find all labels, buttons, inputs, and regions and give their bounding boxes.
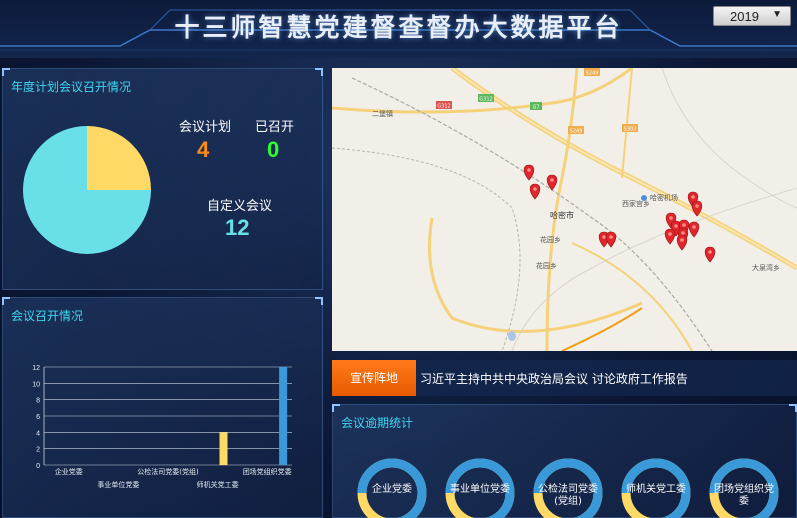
donut-label: 团场党组织党委 xyxy=(714,484,774,507)
news-tag[interactable]: 宣传阵地 xyxy=(332,360,416,396)
meetings-held-panel: 会议召开情况 0 2 4 6 8 10 12 企业党委 事业单位党委 公检法司党委(党组) 师机关党… xyxy=(2,297,323,518)
x-tick-label: 企业党委 xyxy=(55,467,83,476)
map-pin-dot xyxy=(692,225,696,229)
map-label-dadun: 大泉湾乡 xyxy=(752,263,780,272)
donut-label: 企业党委 xyxy=(372,484,412,495)
svg-text:S249: S249 xyxy=(570,129,583,135)
held-value: 0 xyxy=(267,137,280,162)
donut-label: 事业单位党委 xyxy=(450,484,510,495)
custom-meeting-value: 12 xyxy=(225,215,250,240)
corner-decoration xyxy=(2,68,10,76)
svg-text:G312: G312 xyxy=(479,97,492,103)
map-pin-dot xyxy=(682,223,686,227)
y-tick-label: 0 xyxy=(36,463,40,470)
map-pin-dot xyxy=(527,168,531,172)
bar xyxy=(219,432,228,465)
airport-icon xyxy=(641,195,647,201)
svg-text:S249: S249 xyxy=(586,71,599,77)
map-pin-dot xyxy=(533,187,537,191)
annual-plan-title: 年度计划会议召开情况 xyxy=(11,80,132,94)
map-pin-dot xyxy=(550,178,554,182)
donut-label: 师机关党工委 xyxy=(626,484,686,495)
annual-plan-pie xyxy=(23,126,151,254)
x-tick-label: 事业单位党委 xyxy=(97,480,139,489)
donut-label: 公检法司党委(党组) xyxy=(538,484,598,507)
pie-slice xyxy=(87,126,151,190)
page-title: 十三师智慧党建督查督办大数据平台 xyxy=(174,13,623,42)
annual-plan-panel: 年度计划会议召开情况 会议计划 4 已召开 0 自定义会议 12 xyxy=(2,68,323,290)
map-pin-dot xyxy=(609,235,613,239)
planned-value: 4 xyxy=(197,137,210,162)
news-ticker: 宣传阵地 习近平主持中共中央政治局会议 讨论政府工作报告 xyxy=(332,360,797,396)
news-headline[interactable]: 习近平主持中共中央政治局会议 讨论政府工作报告 xyxy=(420,370,688,387)
map-label-airport: 哈密机场 xyxy=(650,193,678,202)
map-pin-dot xyxy=(668,232,672,236)
map-panel[interactable]: G312 G312 G7 S249 S249 S303 二堡镇 哈密市 花园乡 … xyxy=(332,68,797,351)
map-pin-dot xyxy=(602,235,606,239)
map-label-erpu: 二堡镇 xyxy=(372,109,393,118)
map-pin-dot xyxy=(691,195,695,199)
held-label: 已召开 xyxy=(255,120,295,135)
y-tick-label: 2 xyxy=(36,447,40,454)
map-canvas[interactable]: G312 G312 G7 S249 S249 S303 二堡镇 哈密市 花园乡 … xyxy=(332,68,797,351)
y-tick-label: 6 xyxy=(36,414,40,421)
map-pin-dot xyxy=(695,204,699,208)
svg-text:S303: S303 xyxy=(624,127,637,133)
map-label-city: 哈密市 xyxy=(550,210,574,220)
meetings-bar-chart: 0 2 4 6 8 10 12 企业党委事业单位党委 公检法司党委(党组) 师机关党工委团场党组织… xyxy=(32,365,292,489)
corner-decoration xyxy=(315,68,323,76)
y-tick-label: 12 xyxy=(32,365,40,372)
x-tick-label: 师机关党工委 xyxy=(197,480,239,489)
planned-label: 会议计划 xyxy=(179,120,232,135)
svg-text:G312: G312 xyxy=(437,104,450,110)
map-label-huayuan: 花园乡 xyxy=(536,261,557,270)
header: 十三师智慧党建督查督办大数据平台 2019 ▼ xyxy=(0,0,797,58)
bar xyxy=(279,367,288,465)
overdue-panel: 会议逾期统计 企业党委 事业单位党委 公检法司党委(党组) 师机关党工委 团场党组织党委 xyxy=(332,404,797,518)
year-select-value: 2019 xyxy=(730,9,759,24)
y-tick-label: 10 xyxy=(32,381,40,388)
map-pin-dot xyxy=(669,216,673,220)
map-pin-dot xyxy=(708,250,712,254)
x-tick-label: 团场党组织党委 xyxy=(243,467,292,476)
svg-text:G7: G7 xyxy=(532,105,539,111)
map-pin-dot xyxy=(680,238,684,242)
y-tick-label: 8 xyxy=(36,398,40,405)
map-pin-dot xyxy=(681,231,685,235)
year-select[interactable]: 2019 ▼ xyxy=(713,6,791,26)
chevron-down-icon: ▼ xyxy=(772,9,782,20)
y-tick-label: 4 xyxy=(36,430,40,437)
x-tick-label: 公检法司党委(党组) xyxy=(137,467,199,476)
map-pin-dot xyxy=(674,224,678,228)
custom-meeting-label: 自定义会议 xyxy=(207,199,273,214)
map-label-huayuan: 花园乡 xyxy=(540,235,561,244)
